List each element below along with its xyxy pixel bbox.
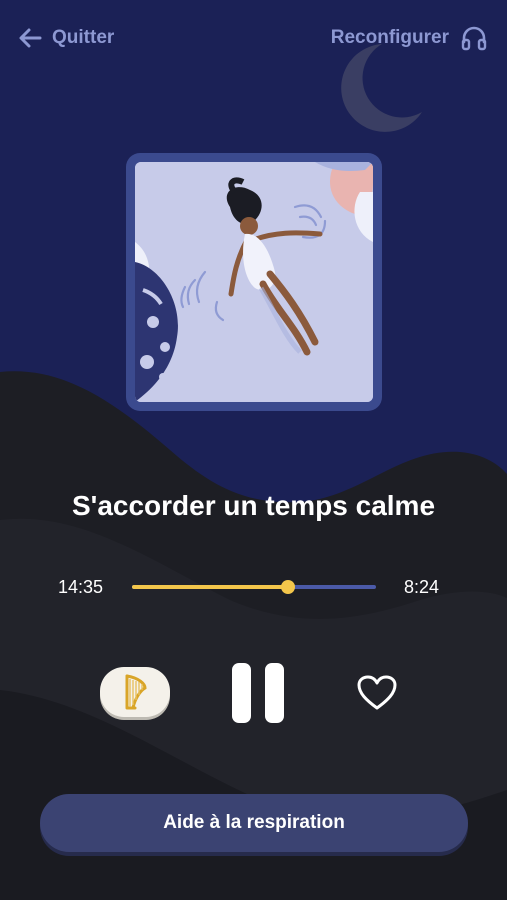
cover-art-swimmer (135, 162, 373, 402)
reconfigure-button[interactable]: Reconfigurer (331, 22, 487, 54)
quit-label: Quitter (52, 27, 115, 48)
quit-button[interactable]: Quitter (18, 22, 114, 54)
track-title: S'accorder un temps calme (71, 490, 436, 521)
favorite-button[interactable] (356, 674, 398, 712)
remaining-time: 8:24 (404, 577, 440, 597)
cover-art-frame (126, 153, 382, 411)
pause-bar-right (265, 663, 284, 723)
elapsed-time: 14:35 (58, 577, 104, 597)
pause-button[interactable] (232, 663, 284, 723)
arrow-left-icon (19, 28, 42, 48)
breathing-help-label: Aide à la respiration (163, 812, 345, 833)
pause-icon (232, 663, 251, 723)
breathing-help-button[interactable]: Aide à la respiration (40, 794, 468, 852)
top-bar: Quitter Reconfigurer (0, 0, 507, 76)
progress-fill (132, 585, 289, 589)
ambient-sound-button[interactable] (100, 667, 170, 717)
heart-icon (357, 675, 397, 710)
headphones-icon (461, 26, 487, 51)
playback-controls (0, 660, 507, 730)
background-hills (0, 371, 507, 900)
reconfigure-label: Reconfigurer (330, 27, 449, 48)
progress-slider[interactable] (132, 580, 376, 594)
harp-icon (125, 674, 147, 710)
